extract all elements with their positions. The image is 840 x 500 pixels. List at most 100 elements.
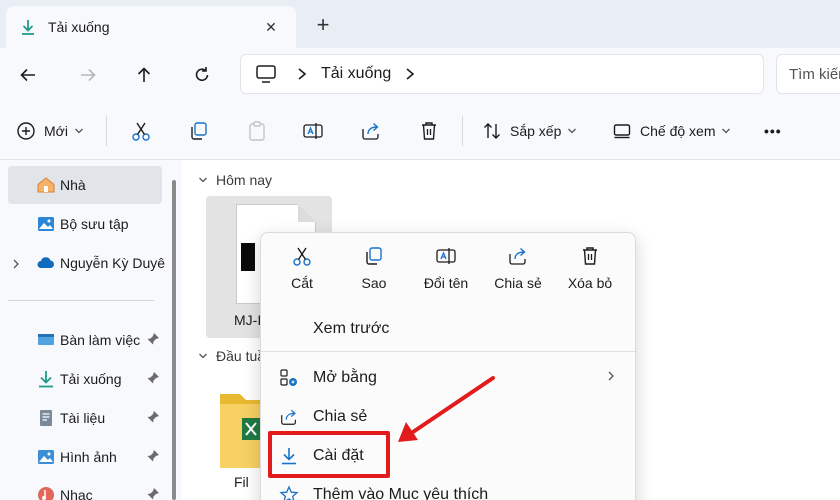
context-item-open-with[interactable]: Mở bằng xyxy=(269,360,629,396)
plus-circle-icon xyxy=(17,122,35,140)
chevron-down-icon xyxy=(199,353,207,359)
search-input[interactable] xyxy=(789,65,840,83)
download-icon xyxy=(18,17,38,37)
desktop-icon xyxy=(38,334,54,345)
sidebar-item-gallery[interactable]: Bộ sưu tập xyxy=(8,205,162,243)
view-icon xyxy=(613,124,631,139)
sidebar-item-label: Nhà xyxy=(60,177,86,193)
chevron-right-icon[interactable] xyxy=(405,67,415,81)
sidebar-scrollbar[interactable] xyxy=(172,180,176,500)
delete-button[interactable] xyxy=(418,116,440,146)
pictures-icon xyxy=(38,450,54,464)
sidebar-item-label: Tải xuống xyxy=(60,371,122,387)
context-delete-button[interactable]: Xóa bỏ xyxy=(555,245,625,291)
page-fold xyxy=(298,204,316,222)
context-copy-button[interactable]: Sao xyxy=(339,245,409,291)
delete-icon xyxy=(579,245,601,267)
context-item-label: Thêm vào Mục yêu thích xyxy=(313,486,489,500)
sidebar-item-documents[interactable]: Tài liệu xyxy=(8,399,162,437)
download-icon xyxy=(39,371,53,388)
tab-title: Tải xuống xyxy=(48,19,110,35)
share-icon xyxy=(507,245,529,267)
pin-icon[interactable] xyxy=(146,487,160,500)
chevron-right-icon[interactable] xyxy=(297,67,307,81)
pin-icon[interactable] xyxy=(146,332,160,346)
sidebar-item-downloads[interactable]: Tải xuống xyxy=(8,360,162,398)
cut-icon xyxy=(291,245,313,267)
group-header-today[interactable]: Hôm nay xyxy=(198,172,272,188)
context-action-label: Đổi tên xyxy=(423,275,469,291)
sidebar-item-onedrive[interactable]: Nguyễn Kỳ Duyê xyxy=(8,244,165,282)
chevron-right-icon xyxy=(608,371,614,381)
sidebar-item-pictures[interactable]: Hình ảnh xyxy=(8,438,162,476)
context-share-button[interactable]: Chia sẻ xyxy=(483,245,553,291)
sidebar-item-label: Bộ sưu tập xyxy=(60,216,129,232)
group-header-label: Hôm nay xyxy=(216,172,273,188)
sidebar-item-music[interactable]: Nhạc xyxy=(8,476,162,500)
paste-button[interactable] xyxy=(246,116,268,146)
share-button[interactable] xyxy=(360,116,382,146)
new-tab-button[interactable]: + xyxy=(310,12,336,38)
chevron-right-icon[interactable] xyxy=(12,258,20,270)
cut-icon xyxy=(132,122,150,141)
new-button[interactable]: Mới xyxy=(16,116,84,146)
sort-icon xyxy=(484,123,500,139)
toolbar-divider xyxy=(462,116,463,146)
back-button[interactable] xyxy=(14,61,42,89)
sidebar-item-home[interactable]: Nhà xyxy=(8,166,162,204)
group-header-earlier[interactable]: Đầu tuầ xyxy=(198,348,265,364)
context-action-label: Cắt xyxy=(291,275,313,291)
context-menu-divider xyxy=(261,351,637,352)
annotation-highlight-box xyxy=(268,431,390,478)
arrow-up-icon xyxy=(137,67,151,82)
file-name: MJ-I xyxy=(234,312,262,328)
sort-button[interactable]: Sắp xếp xyxy=(482,116,577,146)
context-action-label: Sao xyxy=(361,275,387,291)
more-icon: ••• xyxy=(764,123,782,139)
rename-icon xyxy=(435,245,457,267)
onedrive-icon xyxy=(37,257,54,268)
arrow-left-icon xyxy=(20,68,35,82)
group-header-label: Đầu tuầ xyxy=(216,348,266,364)
chevron-down-icon xyxy=(74,128,83,134)
sidebar-item-label: Hình ảnh xyxy=(60,449,117,465)
file-thumbnail-mark xyxy=(241,243,255,271)
rename-button[interactable] xyxy=(302,116,324,146)
more-options-button[interactable]: ••• xyxy=(764,116,782,146)
breadcrumb-current[interactable]: Tải xuống xyxy=(321,65,391,83)
search-box[interactable] xyxy=(776,54,840,94)
forward-button[interactable] xyxy=(74,61,102,89)
pin-icon[interactable] xyxy=(146,371,160,385)
cut-button[interactable] xyxy=(130,116,152,146)
close-icon: ✕ xyxy=(265,18,277,35)
delete-icon xyxy=(422,122,436,140)
new-label: Mới xyxy=(44,123,68,139)
view-label: Chế độ xem xyxy=(640,123,716,139)
context-item-label: Mở bằng xyxy=(313,369,377,386)
refresh-button[interactable] xyxy=(188,61,216,89)
tab-downloads[interactable]: Tải xuống ✕ xyxy=(6,6,296,48)
arrow-right-icon xyxy=(81,68,96,82)
tab-strip: Tải xuống ✕ + xyxy=(0,0,840,48)
view-button[interactable]: Chế độ xem xyxy=(612,116,731,146)
up-button[interactable] xyxy=(130,61,158,89)
chevron-down-icon xyxy=(199,177,207,183)
context-rename-button[interactable]: Đổi tên xyxy=(411,245,481,291)
context-item-add-favorite[interactable]: Thêm vào Mục yêu thích xyxy=(269,477,629,500)
command-bar: Mới Sắp xếp Chế độ xem ••• xyxy=(0,102,840,160)
context-cut-button[interactable]: Cắt xyxy=(267,245,337,291)
context-action-label: Chia sẻ xyxy=(494,275,542,291)
document-icon xyxy=(40,410,52,426)
context-item-share[interactable]: Chia sẻ xyxy=(269,399,629,435)
folder-name: Fil xyxy=(234,474,249,490)
copy-icon xyxy=(363,245,385,267)
close-tab-button[interactable]: ✕ xyxy=(260,16,282,38)
sidebar-item-desktop[interactable]: Bàn làm việc xyxy=(8,321,162,359)
address-bar[interactable]: Tải xuống xyxy=(240,54,764,94)
context-item-preview[interactable]: Xem trước xyxy=(269,311,629,347)
copy-button[interactable] xyxy=(188,116,210,146)
pin-icon[interactable] xyxy=(146,449,160,463)
context-action-label: Xóa bỏ xyxy=(567,275,613,291)
pin-icon[interactable] xyxy=(146,410,160,424)
copy-icon xyxy=(191,122,207,140)
